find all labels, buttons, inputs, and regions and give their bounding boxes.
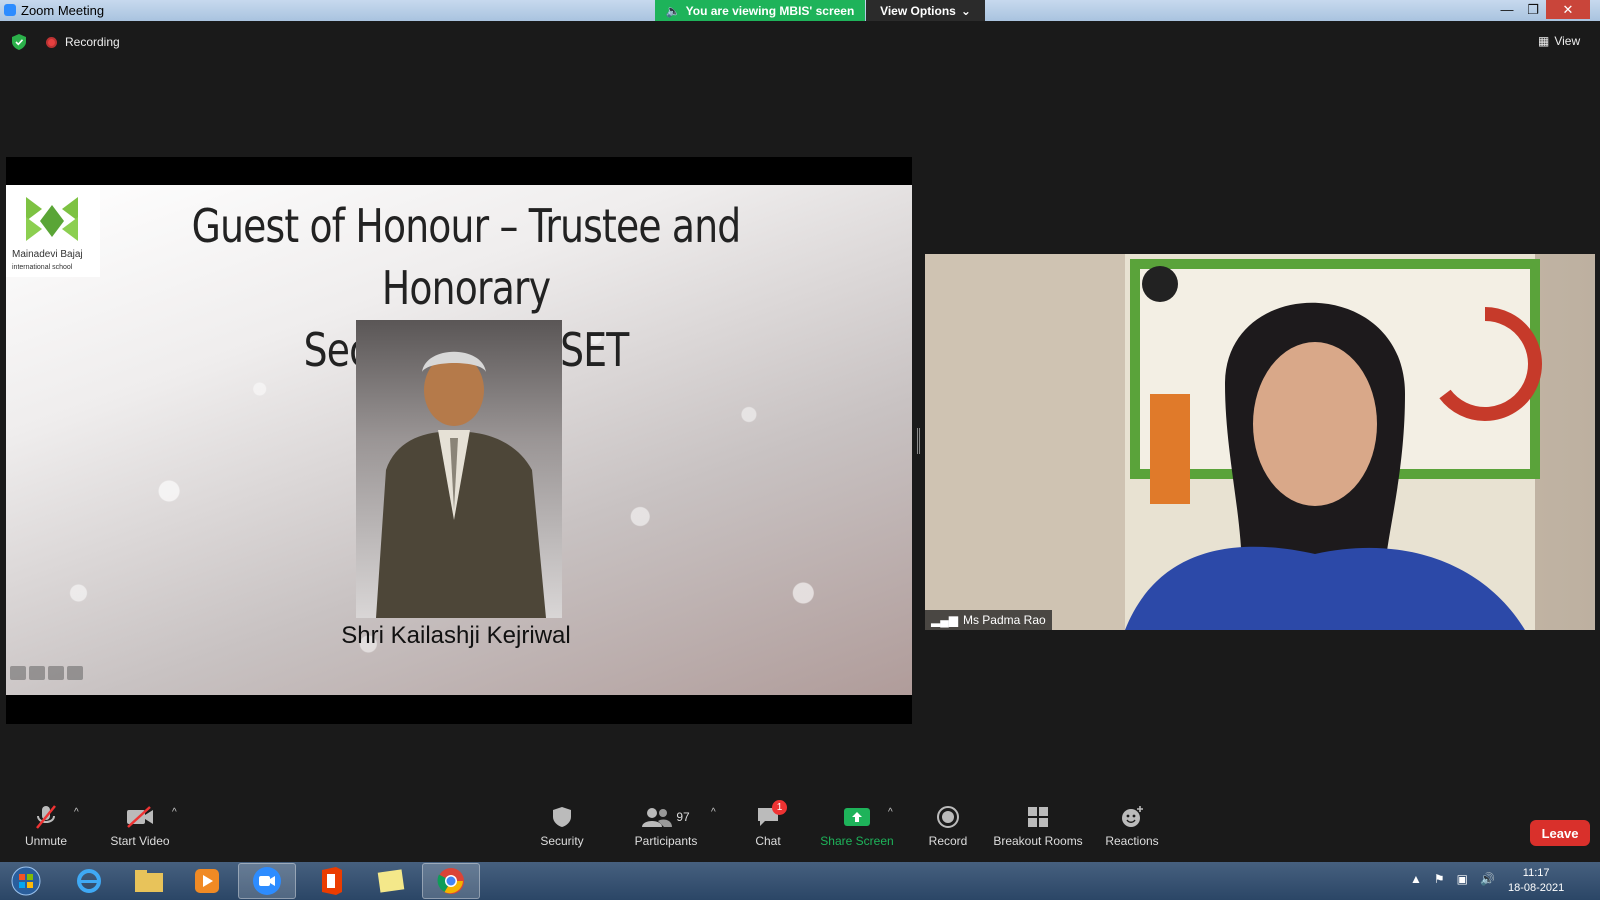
video-off-icon bbox=[104, 803, 176, 831]
presentation-slide: Mainadevi Bajaj international school Gue… bbox=[6, 185, 912, 695]
sticky-notes-taskbar-icon[interactable] bbox=[362, 863, 420, 899]
start-button[interactable] bbox=[0, 863, 52, 899]
office-taskbar-icon[interactable] bbox=[302, 863, 360, 899]
viewing-banner-label: You are viewing MBIS' screen bbox=[685, 3, 855, 18]
slide-navigation bbox=[10, 666, 83, 680]
network-icon[interactable]: ▣ bbox=[1457, 872, 1468, 886]
recording-dot-icon bbox=[46, 37, 57, 48]
participant-name-tag: ▂▄▆ Ms Padma Rao bbox=[925, 610, 1052, 630]
video-options-caret[interactable]: ^ bbox=[172, 807, 177, 818]
share-screen-button[interactable]: Share Screen bbox=[815, 803, 899, 859]
system-tray: ▲ ⚑ ▣ 🔊 bbox=[1410, 872, 1495, 886]
speaker-icon: 🔈 bbox=[665, 3, 681, 18]
reactions-label: Reactions bbox=[1105, 834, 1159, 848]
zoom-taskbar-icon[interactable] bbox=[238, 863, 296, 899]
taskbar-clock[interactable]: 11:17 18-08-2021 bbox=[1508, 866, 1564, 896]
view-options-label: View Options bbox=[880, 3, 956, 18]
leave-button[interactable]: Leave bbox=[1530, 820, 1590, 846]
meeting-toolbar: Unmute ^ Start Video ^ Security 97 Parti… bbox=[0, 800, 1600, 863]
breakout-rooms-label: Breakout Rooms bbox=[993, 834, 1083, 848]
internet-explorer-taskbar-icon[interactable] bbox=[60, 863, 118, 899]
participant-video-frame bbox=[925, 254, 1542, 630]
volume-icon[interactable]: 🔊 bbox=[1480, 872, 1495, 886]
viewing-screen-banner: 🔈 You are viewing MBIS' screen bbox=[655, 0, 865, 21]
window-title: Zoom Meeting bbox=[21, 3, 105, 18]
view-label: View bbox=[1554, 34, 1581, 48]
windows-logo-icon bbox=[11, 866, 41, 896]
start-video-button[interactable]: Start Video bbox=[104, 803, 176, 859]
unmute-label: Unmute bbox=[24, 834, 68, 848]
guest-name-caption: Shri Kailashji Kejriwal bbox=[341, 622, 571, 649]
breakout-rooms-button[interactable]: Breakout Rooms bbox=[993, 803, 1083, 859]
participants-label: Participants bbox=[634, 834, 698, 848]
prev-slide-icon[interactable] bbox=[10, 666, 26, 680]
security-button[interactable]: Security bbox=[532, 803, 592, 859]
zoom-app-icon bbox=[4, 4, 16, 16]
unmute-button[interactable]: Unmute bbox=[16, 803, 76, 859]
clock-date: 18-08-2021 bbox=[1508, 882, 1565, 894]
audio-options-caret[interactable]: ^ bbox=[74, 807, 79, 818]
action-center-flag-icon[interactable]: ⚑ bbox=[1434, 872, 1445, 886]
grid-view-icon: ▦ bbox=[1538, 34, 1550, 48]
chat-button[interactable]: 1 Chat bbox=[738, 800, 798, 859]
participants-icon: 97 bbox=[626, 803, 706, 831]
title-bar: Zoom Meeting 🔈 You are viewing MBIS' scr… bbox=[0, 0, 1600, 21]
record-icon bbox=[918, 803, 978, 831]
participants-count: 97 bbox=[676, 810, 690, 824]
school-logo: Mainadevi Bajaj international school bbox=[6, 185, 100, 277]
security-label: Security bbox=[540, 834, 584, 848]
record-label: Record bbox=[928, 834, 968, 848]
maximize-button[interactable]: ❐ bbox=[1520, 0, 1546, 19]
school-subtitle: international school bbox=[12, 264, 73, 271]
slide-title-line-1: Guest of Honour – Trustee and Honorary bbox=[191, 199, 742, 315]
share-screen-label: Share Screen bbox=[820, 834, 894, 848]
recording-label[interactable]: Recording bbox=[65, 35, 120, 49]
participant-video-tile[interactable]: ▂▄▆ Ms Padma Rao bbox=[925, 254, 1595, 630]
start-video-label: Start Video bbox=[110, 834, 170, 848]
panel-splitter-handle[interactable] bbox=[917, 428, 920, 454]
reactions-smiley-icon bbox=[1097, 803, 1167, 831]
muted-microphone-icon bbox=[16, 803, 76, 831]
chat-icon: 1 bbox=[738, 800, 798, 831]
chevron-down-icon: ⌄ bbox=[960, 3, 971, 18]
encryption-shield-icon[interactable] bbox=[12, 34, 26, 50]
pen-icon[interactable] bbox=[29, 666, 45, 680]
view-options-button[interactable]: View Options ⌄ bbox=[866, 0, 985, 21]
guest-portrait-photo bbox=[356, 320, 562, 618]
reactions-button[interactable]: Reactions bbox=[1097, 803, 1167, 859]
chrome-taskbar-icon[interactable] bbox=[422, 863, 480, 899]
windows-taskbar: ▲ ⚑ ▣ 🔊 11:17 18-08-2021 bbox=[0, 862, 1600, 900]
slide-menu-icon[interactable] bbox=[48, 666, 64, 680]
shared-screen[interactable]: Mainadevi Bajaj international school Gue… bbox=[6, 157, 912, 724]
share-options-caret[interactable]: ^ bbox=[888, 807, 893, 818]
share-screen-icon bbox=[815, 803, 899, 831]
breakout-rooms-icon bbox=[993, 803, 1083, 831]
participants-options-caret[interactable]: ^ bbox=[711, 807, 716, 818]
minimize-button[interactable]: — bbox=[1494, 0, 1520, 19]
clock-time: 11:17 bbox=[1522, 867, 1550, 879]
school-name: Mainadevi Bajaj bbox=[12, 249, 83, 260]
media-player-taskbar-icon[interactable] bbox=[178, 863, 236, 899]
next-slide-icon[interactable] bbox=[67, 666, 83, 680]
chat-unread-badge: 1 bbox=[772, 800, 787, 815]
file-explorer-taskbar-icon[interactable] bbox=[120, 863, 178, 899]
school-logo-mark bbox=[26, 197, 78, 241]
show-hidden-icons-icon[interactable]: ▲ bbox=[1410, 872, 1422, 886]
signal-strength-icon: ▂▄▆ bbox=[931, 613, 958, 627]
participants-button[interactable]: 97 Participants bbox=[626, 803, 706, 859]
view-button[interactable]: ▦ View bbox=[1538, 34, 1580, 48]
record-button[interactable]: Record bbox=[918, 803, 978, 859]
security-shield-icon bbox=[532, 803, 592, 831]
close-button[interactable]: ✕ bbox=[1546, 0, 1590, 19]
participant-name: Ms Padma Rao bbox=[962, 613, 1046, 627]
chat-label: Chat bbox=[755, 834, 781, 848]
